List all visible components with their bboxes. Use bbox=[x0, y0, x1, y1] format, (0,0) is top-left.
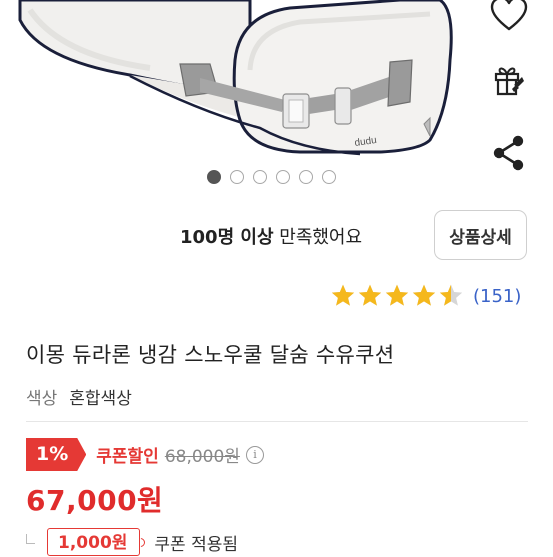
review-count-link[interactable]: (151) bbox=[473, 286, 521, 307]
carousel-dot[interactable] bbox=[322, 170, 336, 184]
discount-row: 1% 쿠폰할인 68,000원 i bbox=[26, 438, 264, 471]
coupon-applied-text: 쿠폰 적용됨 bbox=[154, 534, 239, 555]
tree-connector bbox=[26, 534, 35, 544]
carousel-dot[interactable] bbox=[299, 170, 313, 184]
gift-button[interactable] bbox=[487, 60, 531, 100]
star-icon bbox=[412, 284, 436, 306]
rating[interactable]: (151) bbox=[330, 283, 521, 309]
divider bbox=[26, 421, 528, 422]
final-price: 67,000원 bbox=[26, 484, 164, 517]
product-title: 이몽 듀라론 냉감 스노우쿨 달숨 수유쿠션 bbox=[26, 343, 395, 367]
satisfaction-suffix: 만족했어요 bbox=[273, 227, 363, 248]
product-detail-button[interactable]: 상품상세 bbox=[434, 210, 527, 260]
star-icon bbox=[385, 284, 409, 306]
coupon-amount-tag: 1,000원 bbox=[47, 528, 141, 556]
star-icon bbox=[331, 284, 355, 306]
carousel-indicator bbox=[207, 170, 336, 184]
star-icon bbox=[439, 284, 463, 306]
satisfaction-text: 100명 이상 만족했어요 bbox=[180, 223, 362, 249]
wishlist-button[interactable] bbox=[487, 0, 531, 34]
option-value: 혼합색상 bbox=[69, 389, 132, 409]
star-rating bbox=[330, 283, 464, 309]
option-line: 색상 혼합색상 bbox=[26, 384, 132, 409]
option-label: 색상 bbox=[26, 389, 58, 409]
info-icon[interactable]: i bbox=[245, 445, 264, 464]
original-price: 68,000원 bbox=[164, 447, 240, 467]
carousel-dot[interactable] bbox=[276, 170, 290, 184]
carousel-dot[interactable] bbox=[207, 170, 221, 184]
coupon-row: 1,000원 쿠폰 적용됨 bbox=[26, 528, 238, 556]
coupon-discount-label: 쿠폰할인 bbox=[96, 447, 159, 467]
heart-icon bbox=[490, 0, 528, 31]
share-button[interactable] bbox=[487, 133, 531, 173]
discount-badge: 1% bbox=[26, 438, 87, 471]
share-icon bbox=[493, 135, 524, 171]
carousel-dot[interactable] bbox=[253, 170, 267, 184]
star-icon bbox=[358, 284, 382, 306]
carousel-dot[interactable] bbox=[230, 170, 244, 184]
gift-icon bbox=[494, 67, 524, 96]
satisfaction-count: 100명 이상 bbox=[180, 227, 274, 248]
